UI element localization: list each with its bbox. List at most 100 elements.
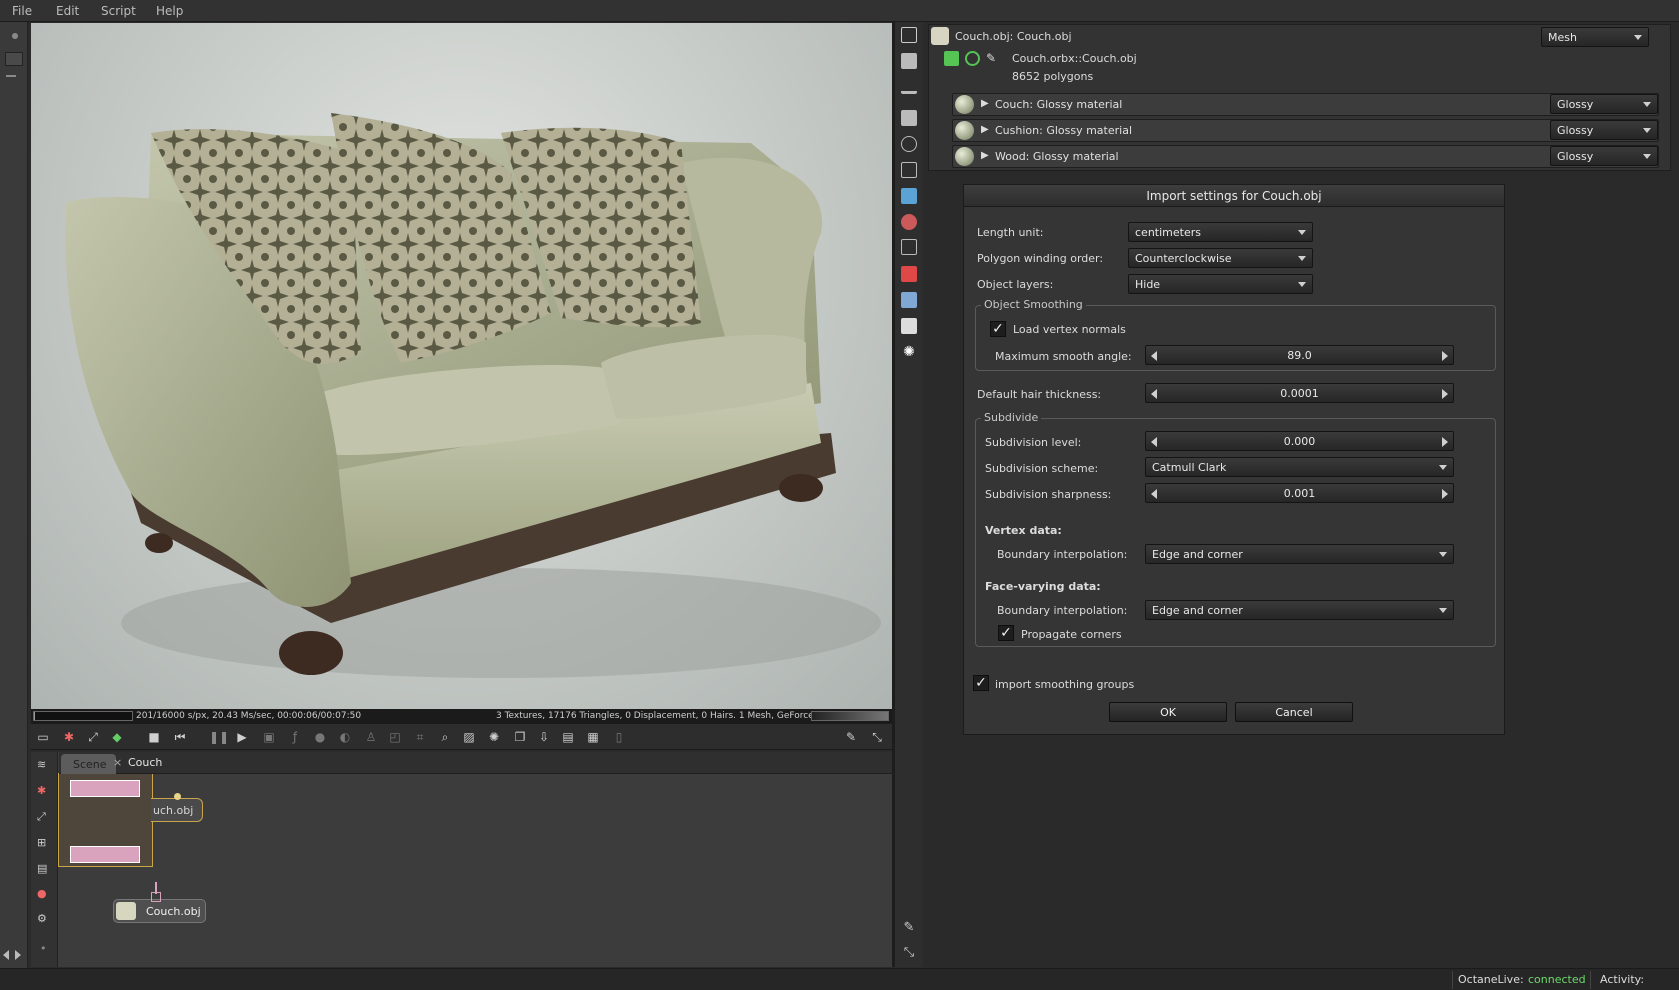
figure-icon[interactable]: ♙ <box>363 729 379 745</box>
dot-icon[interactable] <box>12 33 18 39</box>
node-graph-editor[interactable]: uch.obj Couch.obj <box>31 752 892 967</box>
light-icon[interactable]: ✺ <box>901 344 917 360</box>
vertex-boundary-label: Boundary interpolation: <box>997 548 1128 561</box>
reset-icon[interactable]: ✱ <box>61 729 77 745</box>
menu-edit[interactable]: Edit <box>56 4 79 18</box>
wrench-icon[interactable]: ✎ <box>843 729 859 745</box>
menu-help[interactable]: Help <box>156 4 183 18</box>
grid-icon[interactable]: ▦ <box>585 729 601 745</box>
mesh-node-bottom[interactable]: Couch.obj <box>113 899 206 923</box>
texture-icon[interactable] <box>901 239 917 255</box>
menu-script[interactable]: Script <box>101 4 136 18</box>
length-unit-dropdown[interactable]: centimeters <box>1128 222 1313 242</box>
material-row[interactable]: ▶ Couch: Glossy material Glossy <box>952 93 1659 116</box>
propagate-checkbox[interactable]: ✓ <box>998 625 1014 641</box>
color-icon[interactable]: ● <box>312 729 328 745</box>
database-icon[interactable] <box>901 188 917 204</box>
subdiv-level-value: 0.000 <box>1283 435 1316 448</box>
orbit-icon[interactable]: ◐ <box>337 729 353 745</box>
camera-icon[interactable] <box>901 27 917 43</box>
pause-button[interactable]: ❚❚ <box>209 729 229 745</box>
minus-icon[interactable] <box>6 75 16 77</box>
group-node[interactable] <box>58 773 153 867</box>
lock-icon[interactable]: ▯ <box>611 729 627 745</box>
expand-arrow-icon[interactable]: ▶ <box>981 150 989 161</box>
pick-icon[interactable]: ⤢ <box>85 729 101 745</box>
subdiv-level-label: Subdivision level: <box>985 436 1082 449</box>
arrow-right-icon[interactable] <box>15 950 21 960</box>
material-icon[interactable] <box>901 214 917 230</box>
arrow-left-icon[interactable] <box>3 950 9 960</box>
graph-dot-icon[interactable]: • <box>40 942 56 958</box>
smoothing-groups-checkbox[interactable]: ✓ <box>973 675 989 691</box>
node-pin-icon[interactable] <box>151 892 161 902</box>
subdiv-level-slider[interactable]: 0.000 <box>1145 431 1454 451</box>
face-boundary-dropdown[interactable]: Edge and corner <box>1145 600 1454 620</box>
copy-icon[interactable]: ❐ <box>512 729 528 745</box>
blue-cube-icon[interactable] <box>901 292 917 308</box>
graph-layout-icon[interactable]: ≋ <box>37 758 53 774</box>
menu-file[interactable]: File <box>12 4 32 18</box>
layers-dropdown[interactable]: Hide <box>1128 274 1313 294</box>
tab-close-icon[interactable]: × <box>113 756 122 769</box>
load-icon[interactable] <box>944 51 959 66</box>
stack-icon[interactable] <box>901 78 917 94</box>
region-icon[interactable]: ◰ <box>387 729 403 745</box>
crop-icon[interactable]: ⌗ <box>412 729 428 745</box>
expand-arrow-icon[interactable]: ▶ <box>981 98 989 109</box>
render-viewport[interactable] <box>31 23 892 709</box>
hair-thickness-slider[interactable]: 0.0001 <box>1145 383 1454 403</box>
subdiv-sharpness-slider[interactable]: 0.001 <box>1145 483 1454 503</box>
graph-node-icon[interactable]: ● <box>37 887 53 903</box>
export-icon[interactable]: ⇩ <box>536 729 552 745</box>
orbit-tool-icon[interactable] <box>901 136 917 152</box>
pin-icon[interactable] <box>174 793 181 800</box>
graph-settings-icon[interactable]: ⚙ <box>37 912 53 928</box>
reload-icon[interactable] <box>965 51 980 66</box>
af-icon[interactable]: ƒ <box>287 729 303 745</box>
material-row[interactable]: ▶ Cushion: Glossy material Glossy <box>952 119 1659 142</box>
cancel-button[interactable]: Cancel <box>1235 702 1353 722</box>
restart-button[interactable]: ⏮ <box>172 729 188 745</box>
expand-tool-icon[interactable]: ⤡ <box>901 945 917 961</box>
tab-scene[interactable]: Scene <box>61 754 116 774</box>
ok-button[interactable]: OK <box>1109 702 1227 722</box>
layer-icon[interactable]: ▤ <box>560 729 576 745</box>
fullscreen-icon[interactable]: ⤡ <box>869 729 885 745</box>
expand-arrow-icon[interactable]: ▶ <box>981 124 989 135</box>
material-type-dropdown[interactable]: Glossy <box>1550 94 1658 114</box>
screenshot-icon[interactable]: ▭ <box>35 729 51 745</box>
wrench-tool-icon[interactable]: ✎ <box>901 920 917 936</box>
monitor-icon[interactable]: ▣ <box>261 729 277 745</box>
mesh-node-top[interactable]: uch.obj <box>151 798 203 822</box>
material-row[interactable]: ▶ Wood: Glossy material Glossy <box>952 145 1659 168</box>
load-normals-checkbox[interactable]: ✓ <box>990 321 1006 337</box>
monitor-tool-icon[interactable] <box>901 162 917 178</box>
group-node-output[interactable] <box>70 846 140 863</box>
cube-icon[interactable]: ◆ <box>109 729 125 745</box>
node-type-dropdown[interactable]: Mesh <box>1541 27 1649 47</box>
image-icon[interactable] <box>901 110 917 126</box>
graph-reset-icon[interactable]: ✱ <box>37 784 53 800</box>
graph-expand-icon[interactable]: ⤢ <box>37 810 53 826</box>
zoom-icon[interactable] <box>5 52 23 66</box>
material-type-dropdown[interactable]: Glossy <box>1550 146 1658 166</box>
graph-fit-icon[interactable]: ⊞ <box>37 836 53 852</box>
search-icon[interactable]: ⌕ <box>437 729 453 745</box>
winding-dropdown[interactable]: Counterclockwise <box>1128 248 1313 268</box>
stop-button[interactable]: ■ <box>146 729 162 745</box>
max-angle-slider[interactable]: 89.0 <box>1145 345 1454 365</box>
sun-icon[interactable]: ✺ <box>486 729 502 745</box>
red-cube-icon[interactable] <box>901 266 917 282</box>
edit-icon[interactable]: ✎ <box>986 51 1001 66</box>
picture-icon[interactable] <box>901 318 917 334</box>
subdiv-scheme-dropdown[interactable]: Catmull Clark <box>1145 457 1454 477</box>
vertex-boundary-dropdown[interactable]: Edge and corner <box>1145 544 1454 564</box>
frame-icon[interactable]: ▨ <box>461 729 477 745</box>
material-type-dropdown[interactable]: Glossy <box>1550 120 1658 140</box>
layers-icon[interactable] <box>901 53 917 69</box>
tab-couch[interactable]: Couch <box>128 756 162 769</box>
graph-image-icon[interactable]: ▤ <box>37 862 53 878</box>
play-button[interactable]: ▶ <box>234 729 250 745</box>
group-node-input[interactable] <box>70 780 140 797</box>
